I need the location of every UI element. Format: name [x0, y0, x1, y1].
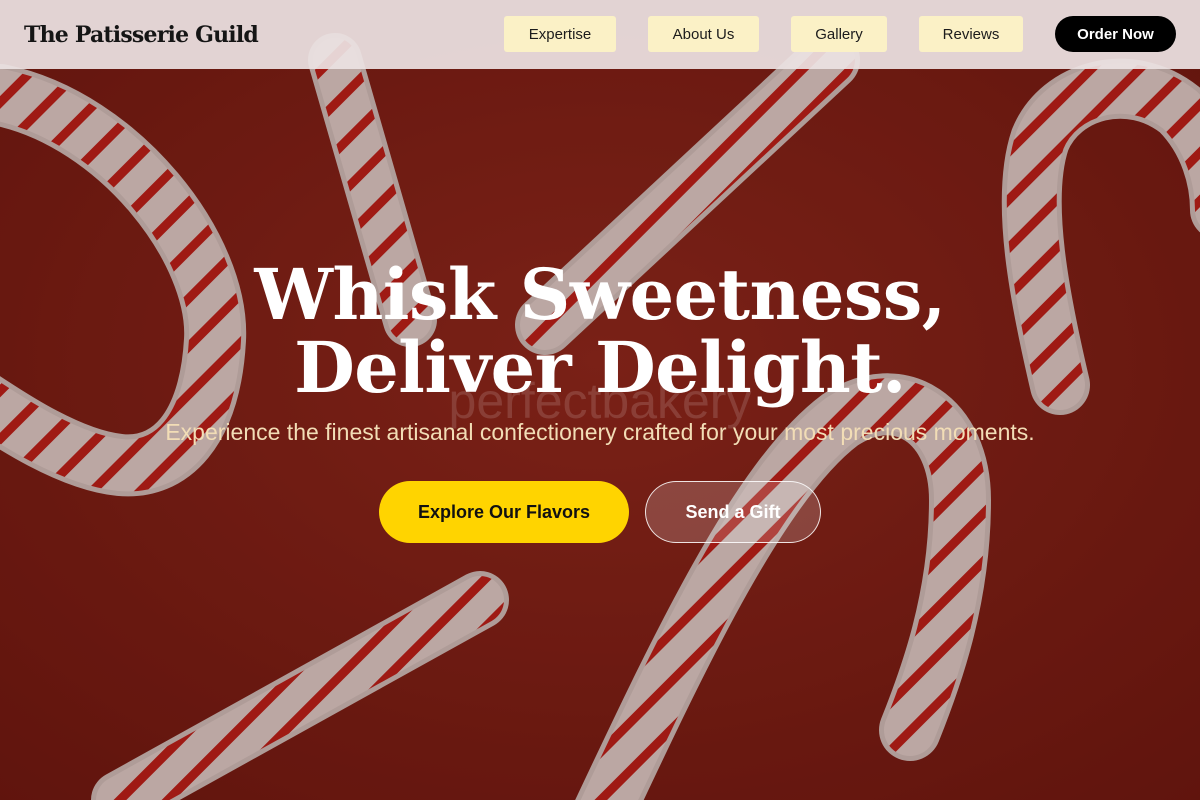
nav-about-us-button[interactable]: About Us — [648, 16, 759, 52]
hero-headline-line-2: Deliver Delight. — [294, 326, 906, 409]
nav-gallery-button[interactable]: Gallery — [791, 16, 887, 52]
nav-reviews-button[interactable]: Reviews — [919, 16, 1023, 52]
explore-flavors-button[interactable]: Explore Our Flavors — [379, 481, 629, 543]
nav-expertise-button[interactable]: Expertise — [504, 16, 616, 52]
order-now-button[interactable]: Order Now — [1055, 16, 1176, 52]
hero-headline: Whisk Sweetness, Deliver Delight. — [0, 258, 1200, 404]
brand-logo[interactable]: The Patisserie Guild — [24, 22, 259, 48]
send-gift-button[interactable]: Send a Gift — [645, 481, 821, 543]
hero-subtitle: Experience the finest artisanal confecti… — [165, 419, 1035, 445]
hero-headline-line-1: Whisk Sweetness, — [254, 253, 946, 336]
